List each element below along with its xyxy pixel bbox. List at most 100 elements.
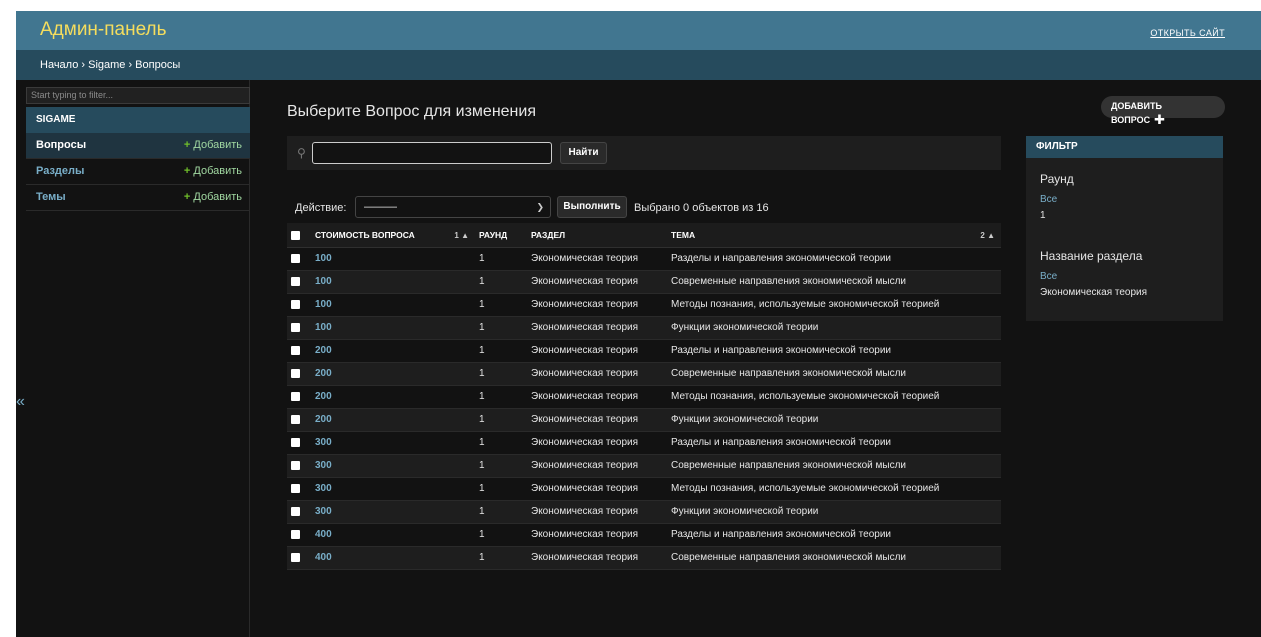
row-checkbox[interactable] [291,506,300,516]
section-value: Экономическая теория [531,253,639,264]
row-checkbox[interactable] [291,529,300,539]
topic-cell: Методы познания, используемые экономичес… [667,477,1001,501]
search-button[interactable]: Найти [560,142,607,164]
table-row: 300 1 Экономическая теория Разделы и направ… [287,431,1001,455]
view-site-link[interactable]: ОТКРЫТЬ САЙТ [1150,28,1225,38]
topic-value: Современные направления экономической мы… [671,276,906,287]
nav-filter-input[interactable]: Start typing to filter... [26,87,250,104]
section-value: Экономическая теория [531,299,639,310]
add-section-link[interactable]: + Добавить [184,165,242,177]
go-button[interactable]: Выполнить [557,196,627,218]
action-select-value: ——— [364,201,397,213]
breadcrumb[interactable]: Начало › Sigame › Вопросы [16,50,1261,80]
topic-cell: Методы познания, используемые экономичес… [667,385,1001,409]
round-value: 1 [479,437,485,448]
plus-icon: + [183,165,191,177]
round-cell: 1 [475,362,527,386]
add-topic-link[interactable]: + Добавить [184,191,242,203]
row-checkbox[interactable] [291,437,300,447]
cost-value[interactable]: 200 [315,368,332,379]
table-header-row: СТОИМОСТЬ ВОПРОСА 1 ▲ РАУНД РАЗДЕЛ ТЕМА 2 … [287,223,1001,248]
sort-indicator[interactable]: 1 ▲ [454,231,469,240]
topic-cell: Методы познания, используемые экономичес… [667,293,1001,317]
topic-value: Функции экономической теории [671,322,819,333]
row-checkbox-cell [287,523,311,547]
row-checkbox-cell [287,546,311,570]
row-checkbox[interactable] [291,414,300,424]
row-checkbox[interactable] [291,299,300,309]
add-question-button[interactable]: ДОБАВИТЬ ВОПРОС ✚ [1101,96,1225,127]
plus-icon: ✚ [1154,112,1166,127]
topic-value: Функции экономической теории [671,414,819,425]
row-checkbox[interactable] [291,345,300,355]
row-checkbox-cell [287,316,311,340]
row-checkbox[interactable] [291,322,300,332]
sidebar-item-topics[interactable]: Темы + Добавить [26,185,250,211]
column-header-topic[interactable]: ТЕМА 2 ▲ [667,223,1001,248]
select-all-checkbox[interactable] [291,230,300,240]
round-value: 1 [479,460,485,471]
plus-icon: + [183,139,191,151]
collapse-sidebar-icon[interactable]: « [16,393,28,411]
topic-value: Современные направления экономической мы… [671,368,906,379]
row-checkbox-cell [287,339,311,363]
table-row: 100 1 Экономическая теория Функции экономич… [287,316,1001,340]
section-cell: Экономическая теория [527,431,667,455]
round-cell: 1 [475,454,527,478]
sidebar-item-sections[interactable]: Разделы + Добавить [26,159,250,185]
topic-value: Современные направления экономической мы… [671,552,906,563]
round-cell: 1 [475,270,527,294]
cost-value[interactable]: 400 [315,529,332,540]
action-select[interactable]: ——— ❯ [355,196,551,218]
sort-indicator[interactable]: 2 ▲ [980,231,995,240]
filter-option-round-all[interactable]: Все [1040,194,1057,205]
cost-value[interactable]: 200 [315,414,332,425]
section-value: Экономическая теория [531,483,639,494]
row-checkbox[interactable] [291,276,300,286]
table-row: 400 1 Экономическая теория Разделы и направ… [287,523,1001,547]
filter-option-round-1[interactable]: 1 [1040,210,1046,221]
cost-value[interactable]: 100 [315,322,332,333]
cost-value[interactable]: 300 [315,437,332,448]
cost-value[interactable]: 100 [315,276,332,287]
cost-value[interactable]: 300 [315,506,332,517]
column-header-section[interactable]: РАЗДЕЛ [527,223,667,248]
cost-value[interactable]: 200 [315,391,332,402]
column-header-round[interactable]: РАУНД [475,223,527,248]
row-checkbox[interactable] [291,483,300,493]
cost-value[interactable]: 100 [315,299,332,310]
search-input[interactable] [312,142,552,164]
round-cell: 1 [475,431,527,455]
cost-value[interactable]: 300 [315,483,332,494]
filter-option-section-all[interactable]: Все [1040,271,1057,282]
filter-panel: ФИЛЬТР Раунд Все 1 Название раздела Все … [1026,136,1223,321]
row-checkbox[interactable] [291,552,300,562]
round-cell: 1 [475,477,527,501]
filter-option-section-economic-theory[interactable]: Экономическая теория [1040,287,1147,298]
row-checkbox-cell [287,477,311,501]
topic-cell: Разделы и направления экономической теор… [667,339,1001,363]
app-caption-sigame[interactable]: SIGAME [26,107,250,133]
site-brand[interactable]: Админ-панель [40,19,167,41]
cost-cell: 100 [311,247,475,271]
select-all-cell [287,223,311,248]
table-row: 100 1 Экономическая теория Методы познания,… [287,293,1001,317]
sidebar-item-label[interactable]: Темы [36,191,66,203]
cost-value[interactable]: 400 [315,552,332,563]
search-toolbar: ⚲ Найти [287,136,1001,170]
cost-value[interactable]: 300 [315,460,332,471]
cost-value[interactable]: 200 [315,345,332,356]
sidebar-item-label[interactable]: Вопросы [36,139,86,151]
row-checkbox[interactable] [291,253,300,263]
sidebar-item-label[interactable]: Разделы [36,165,84,177]
cost-cell: 100 [311,270,475,294]
cost-value[interactable]: 100 [315,253,332,264]
table-row: 200 1 Экономическая теория Методы познания,… [287,385,1001,409]
row-checkbox[interactable] [291,460,300,470]
sidebar-item-questions[interactable]: Вопросы + Добавить [26,133,250,159]
row-checkbox[interactable] [291,391,300,401]
column-header-cost[interactable]: СТОИМОСТЬ ВОПРОСА 1 ▲ [311,223,475,248]
row-checkbox[interactable] [291,368,300,378]
round-value: 1 [479,253,485,264]
add-question-link[interactable]: + Добавить [184,139,242,151]
